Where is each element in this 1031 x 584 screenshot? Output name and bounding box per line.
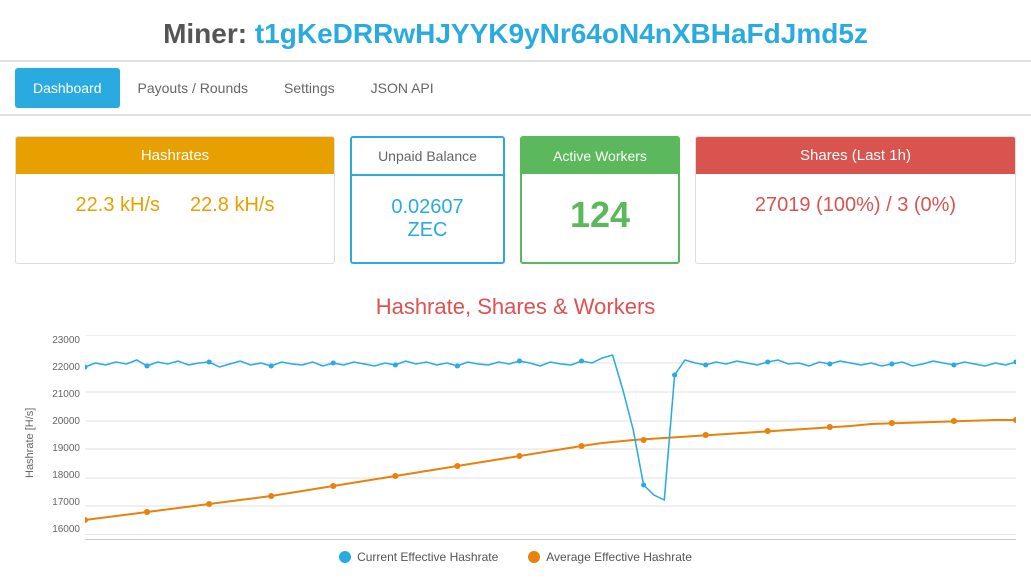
- chart-legend: Current Effective Hashrate Average Effec…: [15, 550, 1016, 564]
- legend-current-label: Current Effective Hashrate: [357, 550, 498, 564]
- chart-section: Hashrate, Shares & Workers Hashrate [H/s…: [0, 284, 1031, 584]
- hashrate-card: Hashrates 22.3 kH/s 22.8 kH/s: [15, 136, 335, 264]
- navigation: Dashboard Payouts / Rounds Settings JSON…: [0, 62, 1031, 116]
- hashrate-card-body: 22.3 kH/s 22.8 kH/s: [16, 174, 334, 237]
- nav-dashboard[interactable]: Dashboard: [15, 68, 120, 108]
- workers-card-header: Active Workers: [522, 138, 678, 174]
- hashrate-card-header: Hashrates: [16, 137, 334, 174]
- legend-average: Average Effective Hashrate: [528, 550, 692, 564]
- chart-svg: [85, 335, 1016, 535]
- shares-value: 27019 (100%) / 3 (0%): [755, 194, 956, 216]
- page-title: Miner: t1gKeDRRwHJYYK9yNr64oN4nXBHaFdJmd…: [0, 18, 1031, 50]
- stats-cards: Hashrates 22.3 kH/s 22.8 kH/s Unpaid Bal…: [0, 116, 1031, 284]
- legend-current: Current Effective Hashrate: [339, 550, 498, 564]
- nav-json-api[interactable]: JSON API: [353, 68, 452, 108]
- legend-average-label: Average Effective Hashrate: [546, 550, 692, 564]
- shares-card-header: Shares (Last 1h): [696, 137, 1015, 174]
- hashrate-value1: 22.3 kH/s: [76, 194, 160, 217]
- nav-settings[interactable]: Settings: [266, 68, 353, 108]
- avg-hashrate-line: [85, 420, 1016, 520]
- page-header: Miner: t1gKeDRRwHJYYK9yNr64oN4nXBHaFdJmd…: [0, 0, 1031, 62]
- workers-value: 124: [570, 194, 630, 235]
- unpaid-card: Unpaid Balance 0.02607ZEC: [350, 136, 505, 264]
- nav-payouts[interactable]: Payouts / Rounds: [120, 68, 267, 108]
- y-axis-label: Hashrate [H/s]: [15, 345, 45, 540]
- legend-average-icon: [528, 551, 540, 563]
- y-tick-labels: 23000 22000 21000 20000 19000 18000 1700…: [45, 335, 85, 535]
- shares-card: Shares (Last 1h) 27019 (100%) / 3 (0%): [695, 136, 1016, 264]
- legend-current-icon: [339, 551, 351, 563]
- chart-title: Hashrate, Shares & Workers: [15, 294, 1016, 320]
- chart-area: [85, 335, 1016, 540]
- workers-card-body: 124: [522, 174, 678, 256]
- shares-card-body: 27019 (100%) / 3 (0%): [696, 174, 1015, 237]
- workers-card: Active Workers 124: [520, 136, 680, 264]
- unpaid-card-header: Unpaid Balance: [352, 138, 503, 176]
- hashrate-value2: 22.8 kH/s: [190, 194, 274, 217]
- unpaid-card-body: 0.02607ZEC: [352, 176, 503, 262]
